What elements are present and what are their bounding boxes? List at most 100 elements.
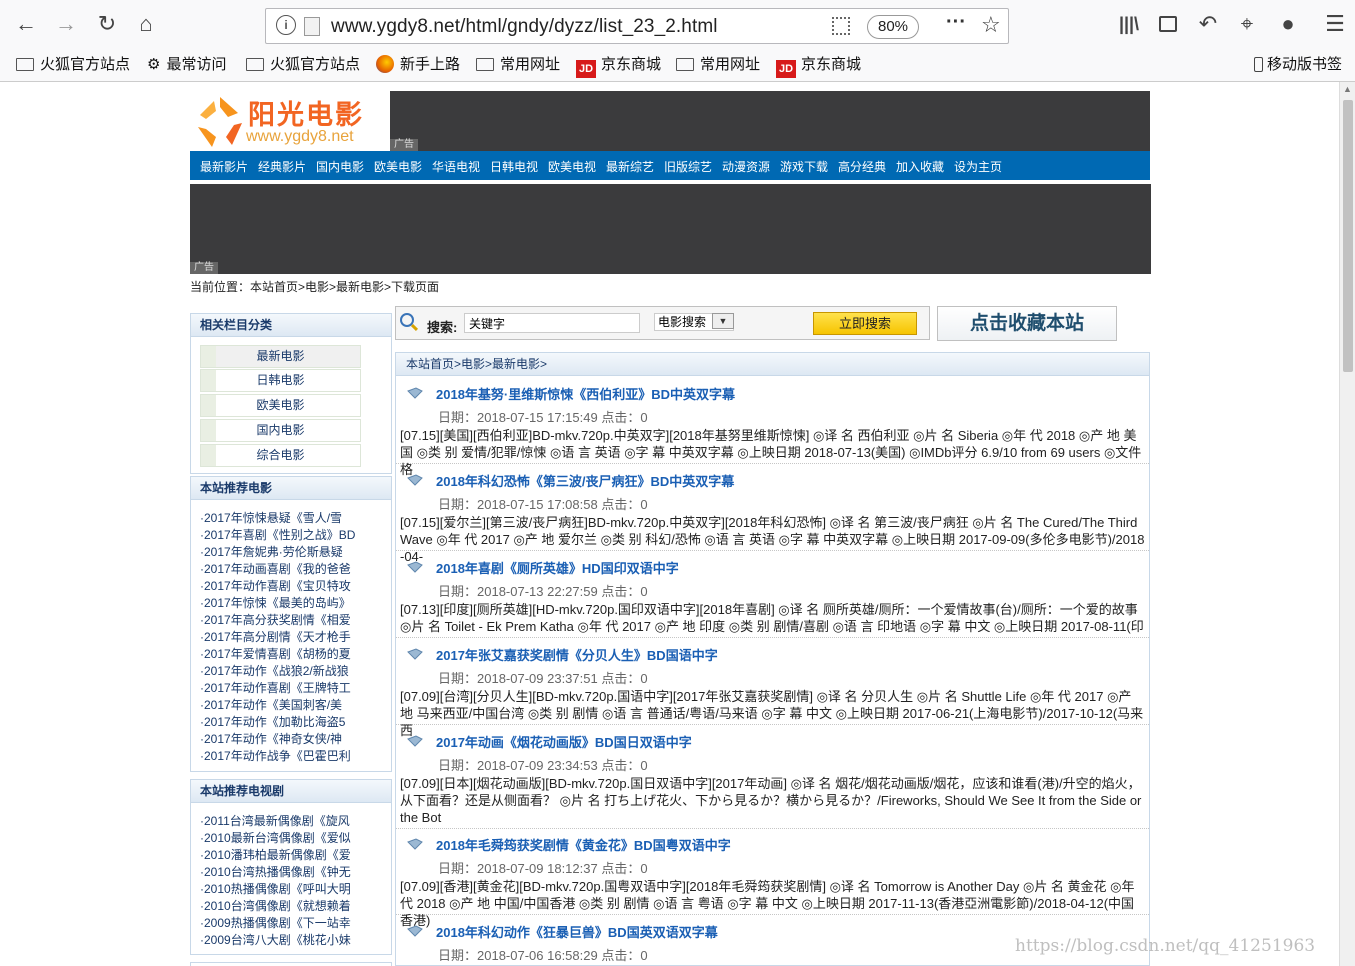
folder-icon bbox=[676, 58, 694, 71]
chat-icon[interactable]: ● bbox=[1274, 10, 1302, 38]
nav-item[interactable]: 华语电视 bbox=[432, 158, 480, 175]
movie-title[interactable]: 2018年基努·里维斯惊悚《西伯利亚》BD中英双字幕 bbox=[436, 384, 735, 403]
bookmark-item[interactable]: JD 京东商城 bbox=[776, 55, 861, 78]
ad-banner-middle[interactable]: 广告 bbox=[190, 184, 1151, 274]
nav-item[interactable]: 欧美电影 bbox=[374, 158, 422, 175]
site-logo[interactable]: 阳光电影 www.ygdy8.net bbox=[190, 91, 370, 151]
reload-icon[interactable]: ↻ bbox=[93, 10, 121, 38]
nav-item[interactable]: 经典影片 bbox=[258, 158, 306, 175]
scroll-thumb[interactable] bbox=[1343, 100, 1353, 372]
rec-tv-link[interactable]: ·2010台湾热播偶像剧《钟无 bbox=[200, 863, 351, 880]
nav-item[interactable]: 加入收藏 bbox=[896, 158, 944, 175]
rec-tv-link[interactable]: ·2009台湾八大剧《桃花小妹 bbox=[200, 931, 351, 948]
nav-item[interactable]: 日韩电视 bbox=[490, 158, 538, 175]
sidebar-toggle-icon[interactable] bbox=[1154, 10, 1182, 38]
category-label: 欧美电影 bbox=[256, 398, 305, 412]
rec-movie-link[interactable]: ·2017年动作喜剧《宝贝特攻 bbox=[200, 577, 351, 594]
page-icon bbox=[304, 17, 320, 36]
rec-movie-link[interactable]: ·2017年动作战争《巴霍巴利 bbox=[200, 747, 351, 764]
forward-arrow-icon[interactable]: → bbox=[52, 10, 80, 38]
rec-movie-link[interactable]: ·2017年爱情喜剧《胡杨的夏 bbox=[200, 645, 351, 662]
nav-item[interactable]: 欧美电视 bbox=[548, 158, 596, 175]
movie-entry: 2018年喜剧《厕所英雄》HD国印双语中字 日期：2018-07-13 22:2… bbox=[396, 555, 1149, 638]
favorite-site-button[interactable]: 点击收藏本站 bbox=[937, 306, 1117, 341]
library-icon[interactable]: |||\ bbox=[1115, 10, 1143, 38]
bookmark-item[interactable]: 火狐官方站点 bbox=[16, 55, 130, 75]
bookmark-item[interactable]: 火狐官方站点 bbox=[246, 55, 360, 75]
rec-movie-link[interactable]: ·2017年詹妮弗·劳伦斯悬疑 bbox=[200, 543, 343, 560]
mobile-bookmarks[interactable]: 移动版书签 bbox=[1254, 55, 1342, 75]
category-item[interactable]: 欧美电影 bbox=[200, 394, 361, 417]
nav-item[interactable]: 设为主页 bbox=[954, 158, 1002, 175]
url-text[interactable]: www.ygdy8.net/html/gndy/dyzz/list_23_2.h… bbox=[331, 16, 718, 38]
rec-movie-link[interactable]: ·2017年高分剧情《天才枪手 bbox=[200, 628, 351, 645]
rec-movie-link[interactable]: ·2017年惊悚悬疑《雪人/雪 bbox=[200, 509, 342, 526]
scroll-up-icon[interactable]: ▲ bbox=[1343, 84, 1352, 94]
rec-movie-link[interactable]: ·2017年高分获奖剧情《相爱 bbox=[200, 611, 351, 628]
category-box-title: 相关栏目分类 bbox=[191, 314, 391, 337]
movie-title[interactable]: 2018年毛舜筠获奖剧情《黄金花》BD国粤双语中字 bbox=[436, 835, 731, 854]
chevron-down-icon[interactable]: ▼ bbox=[712, 313, 734, 329]
rec-tv-link[interactable]: ·2010最新台湾偶像剧《爱似 bbox=[200, 829, 351, 846]
search-button[interactable]: 立即搜索 bbox=[813, 312, 917, 335]
ad-banner-top[interactable]: 广告 bbox=[390, 91, 1150, 151]
movie-title[interactable]: 2018年科幻动作《狂暴巨兽》BD国英双语双字幕 bbox=[436, 922, 718, 941]
rec-movie-link[interactable]: ·2017年动作《战狼2/新战狼 bbox=[200, 662, 349, 679]
nav-item[interactable]: 高分经典 bbox=[838, 158, 886, 175]
category-item[interactable]: 最新电影 bbox=[200, 345, 361, 368]
info-icon[interactable]: i bbox=[276, 15, 296, 35]
more-actions-icon[interactable]: ··· bbox=[946, 11, 966, 34]
folder-icon bbox=[16, 58, 34, 71]
category-item[interactable]: 日韩电影 bbox=[200, 369, 361, 392]
movie-title[interactable]: 2018年科幻恐怖《第三波/丧尸病狂》BD中英双字幕 bbox=[436, 471, 734, 490]
nav-item[interactable]: 游戏下载 bbox=[780, 158, 828, 175]
rec-tv-link[interactable]: ·2010潘玮柏最新偶像剧《爱 bbox=[200, 846, 351, 863]
page-scrollbar[interactable]: ▲ bbox=[1339, 82, 1355, 966]
nav-item[interactable]: 国内电影 bbox=[316, 158, 364, 175]
bookmark-item[interactable]: 常用网址 bbox=[476, 55, 560, 75]
home-icon[interactable]: ⌂ bbox=[132, 10, 160, 38]
rec-movie-link[interactable]: ·2017年动作《加勒比海盗5 bbox=[200, 713, 345, 730]
category-item[interactable]: 国内电影 bbox=[200, 419, 361, 442]
qr-code-icon[interactable] bbox=[832, 17, 850, 35]
bookmarks-bar: 火狐官方站点 ⚙ 最常访问 火狐官方站点 新手上路 常用网址 JD 京东商城 常用网… bbox=[0, 48, 1355, 82]
rec-movie-link[interactable]: ·2017年动作《神奇女侠/神 bbox=[200, 730, 342, 747]
menu-icon[interactable]: ☰ bbox=[1321, 10, 1349, 38]
zoom-level[interactable]: 80% bbox=[867, 15, 919, 39]
rec-movie-link[interactable]: ·2017年动作《美国刺客/美 bbox=[200, 696, 342, 713]
rec-tv-link[interactable]: ·2009热播偶像剧《下一站幸 bbox=[200, 914, 351, 931]
nav-item[interactable]: 最新影片 bbox=[200, 158, 248, 175]
category-item[interactable]: 综合电影 bbox=[200, 444, 361, 467]
search-icon-handle bbox=[410, 323, 419, 332]
back-arrow-icon[interactable]: ← bbox=[12, 10, 40, 38]
crop-icon[interactable]: ⌖ bbox=[1233, 10, 1261, 38]
movie-entry: 2018年科幻恐怖《第三波/丧尸病狂》BD中英双字幕 日期：2018-07-15… bbox=[396, 468, 1149, 564]
bookmark-item[interactable]: 常用网址 bbox=[676, 55, 760, 75]
movie-title[interactable]: 2018年喜剧《厕所英雄》HD国印双语中字 bbox=[436, 558, 679, 577]
list-breadcrumb[interactable]: 本站首页>电影>最新电影> bbox=[396, 353, 1149, 376]
category-box: 相关栏目分类 最新电影 日韩电影 欧美电影 国内电影 综合电影 bbox=[190, 313, 392, 474]
rec-movie-link[interactable]: ·2017年动画喜剧《我的爸爸 bbox=[200, 560, 351, 577]
bookmark-item[interactable]: ⚙ 最常访问 bbox=[147, 55, 226, 75]
nav-item[interactable]: 动漫资源 bbox=[722, 158, 770, 175]
rec-tv-link[interactable]: ·2011台湾最新偶像剧《旋风 bbox=[200, 812, 350, 829]
nav-item[interactable]: 最新综艺 bbox=[606, 158, 654, 175]
movie-file-icon bbox=[407, 561, 423, 573]
star-bookmark-icon[interactable]: ☆ bbox=[981, 12, 1001, 38]
ad-label: 广告 bbox=[190, 262, 218, 274]
nav-item[interactable]: 旧版综艺 bbox=[664, 158, 712, 175]
rec-tv-link[interactable]: ·2010热播偶像剧《呼叫大明 bbox=[200, 880, 351, 897]
url-bar[interactable]: i www.ygdy8.net/html/gndy/dyzz/list_23_2… bbox=[265, 8, 1009, 44]
movie-title[interactable]: 2017年张艾嘉获奖剧情《分贝人生》BD国语中字 bbox=[436, 645, 718, 664]
search-input[interactable] bbox=[464, 313, 640, 333]
rec-tv-link[interactable]: ·2010台湾偶像剧《就想赖着 bbox=[200, 897, 351, 914]
bookmark-item[interactable]: JD 京东商城 bbox=[576, 55, 661, 78]
breadcrumb[interactable]: 当前位置：本站首页>电影>最新电影>下载页面 bbox=[190, 278, 439, 295]
rec-movie-link[interactable]: ·2017年动作喜剧《王牌特工 bbox=[200, 679, 351, 696]
movie-title[interactable]: 2017年动画《烟花动画版》BD国日双语中字 bbox=[436, 732, 692, 751]
bookmark-item[interactable]: 新手上路 bbox=[376, 55, 460, 75]
rec-movie-link[interactable]: ·2017年惊悚《最美的岛屿》 bbox=[200, 594, 351, 611]
rec-movie-link[interactable]: ·2017年喜剧《性别之战》BD bbox=[200, 526, 355, 543]
undo-icon[interactable]: ↶ bbox=[1194, 10, 1222, 38]
browser-toolbar: ← → ↻ ⌂ i www.ygdy8.net/html/gndy/dyzz/l… bbox=[0, 0, 1355, 48]
